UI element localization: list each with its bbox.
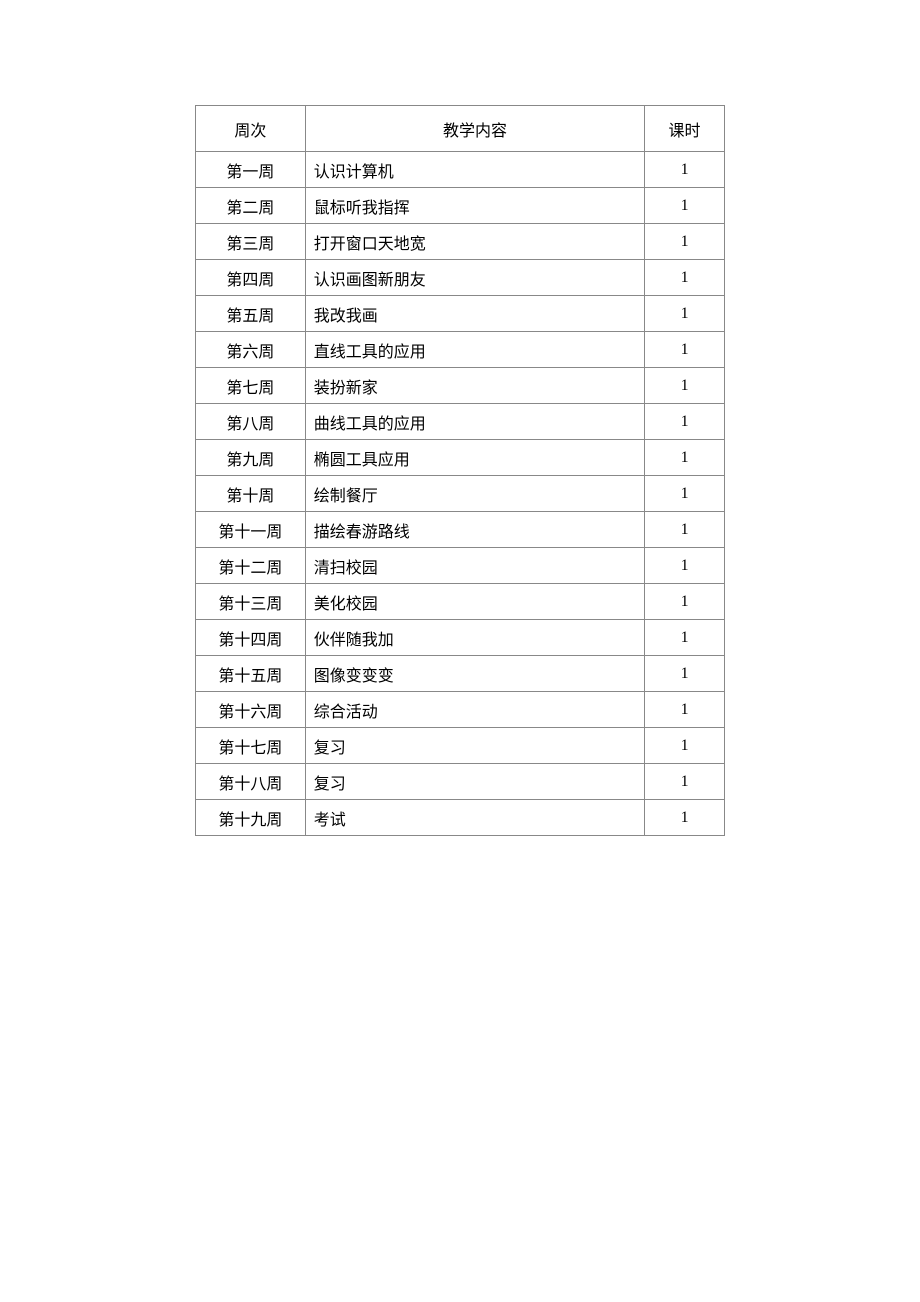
table-row: 第一周认识计算机1 bbox=[196, 152, 725, 188]
cell-content: 美化校园 bbox=[305, 584, 644, 620]
header-hours: 课时 bbox=[645, 106, 725, 152]
cell-hours: 1 bbox=[645, 728, 725, 764]
header-content: 教学内容 bbox=[305, 106, 644, 152]
table-row: 第十八周复习1 bbox=[196, 764, 725, 800]
cell-content: 图像变变变 bbox=[305, 656, 644, 692]
table-row: 第十九周考试1 bbox=[196, 800, 725, 836]
cell-week: 第六周 bbox=[196, 332, 306, 368]
cell-hours: 1 bbox=[645, 260, 725, 296]
cell-hours: 1 bbox=[645, 512, 725, 548]
table-row: 第二周鼠标听我指挥1 bbox=[196, 188, 725, 224]
table-row: 第九周椭圆工具应用1 bbox=[196, 440, 725, 476]
cell-hours: 1 bbox=[645, 404, 725, 440]
table-row: 第十周绘制餐厅1 bbox=[196, 476, 725, 512]
cell-content: 伙伴随我加 bbox=[305, 620, 644, 656]
table-row: 第十六周综合活动1 bbox=[196, 692, 725, 728]
schedule-table-container: 周次 教学内容 课时 第一周认识计算机1第二周鼠标听我指挥1第三周打开窗口天地宽… bbox=[195, 105, 725, 836]
cell-week: 第五周 bbox=[196, 296, 306, 332]
table-header-row: 周次 教学内容 课时 bbox=[196, 106, 725, 152]
cell-content: 认识计算机 bbox=[305, 152, 644, 188]
cell-content: 绘制餐厅 bbox=[305, 476, 644, 512]
cell-hours: 1 bbox=[645, 692, 725, 728]
cell-content: 直线工具的应用 bbox=[305, 332, 644, 368]
cell-hours: 1 bbox=[645, 656, 725, 692]
cell-content: 复习 bbox=[305, 764, 644, 800]
header-week: 周次 bbox=[196, 106, 306, 152]
cell-week: 第十四周 bbox=[196, 620, 306, 656]
cell-week: 第七周 bbox=[196, 368, 306, 404]
cell-week: 第十周 bbox=[196, 476, 306, 512]
table-row: 第七周装扮新家1 bbox=[196, 368, 725, 404]
table-row: 第十三周美化校园1 bbox=[196, 584, 725, 620]
cell-content: 综合活动 bbox=[305, 692, 644, 728]
table-row: 第六周直线工具的应用1 bbox=[196, 332, 725, 368]
cell-week: 第十五周 bbox=[196, 656, 306, 692]
cell-hours: 1 bbox=[645, 440, 725, 476]
table-row: 第五周我改我画1 bbox=[196, 296, 725, 332]
cell-week: 第十七周 bbox=[196, 728, 306, 764]
cell-week: 第十六周 bbox=[196, 692, 306, 728]
cell-content: 复习 bbox=[305, 728, 644, 764]
cell-content: 考试 bbox=[305, 800, 644, 836]
cell-hours: 1 bbox=[645, 368, 725, 404]
table-row: 第十七周复习1 bbox=[196, 728, 725, 764]
table-row: 第十四周伙伴随我加1 bbox=[196, 620, 725, 656]
schedule-table: 周次 教学内容 课时 第一周认识计算机1第二周鼠标听我指挥1第三周打开窗口天地宽… bbox=[195, 105, 725, 836]
table-row: 第十二周清扫校园1 bbox=[196, 548, 725, 584]
cell-week: 第九周 bbox=[196, 440, 306, 476]
table-body: 第一周认识计算机1第二周鼠标听我指挥1第三周打开窗口天地宽1第四周认识画图新朋友… bbox=[196, 152, 725, 836]
table-row: 第十一周描绘春游路线1 bbox=[196, 512, 725, 548]
cell-week: 第十九周 bbox=[196, 800, 306, 836]
cell-hours: 1 bbox=[645, 548, 725, 584]
cell-content: 认识画图新朋友 bbox=[305, 260, 644, 296]
cell-week: 第二周 bbox=[196, 188, 306, 224]
cell-week: 第十八周 bbox=[196, 764, 306, 800]
cell-week: 第八周 bbox=[196, 404, 306, 440]
cell-hours: 1 bbox=[645, 476, 725, 512]
table-row: 第十五周图像变变变1 bbox=[196, 656, 725, 692]
cell-hours: 1 bbox=[645, 296, 725, 332]
table-row: 第三周打开窗口天地宽1 bbox=[196, 224, 725, 260]
cell-week: 第一周 bbox=[196, 152, 306, 188]
cell-week: 第四周 bbox=[196, 260, 306, 296]
cell-content: 描绘春游路线 bbox=[305, 512, 644, 548]
cell-content: 我改我画 bbox=[305, 296, 644, 332]
cell-content: 曲线工具的应用 bbox=[305, 404, 644, 440]
cell-week: 第十二周 bbox=[196, 548, 306, 584]
cell-content: 清扫校园 bbox=[305, 548, 644, 584]
cell-week: 第三周 bbox=[196, 224, 306, 260]
cell-week: 第十三周 bbox=[196, 584, 306, 620]
cell-content: 打开窗口天地宽 bbox=[305, 224, 644, 260]
cell-hours: 1 bbox=[645, 764, 725, 800]
cell-hours: 1 bbox=[645, 224, 725, 260]
cell-hours: 1 bbox=[645, 152, 725, 188]
cell-content: 装扮新家 bbox=[305, 368, 644, 404]
cell-hours: 1 bbox=[645, 800, 725, 836]
cell-hours: 1 bbox=[645, 188, 725, 224]
cell-content: 椭圆工具应用 bbox=[305, 440, 644, 476]
cell-week: 第十一周 bbox=[196, 512, 306, 548]
cell-hours: 1 bbox=[645, 620, 725, 656]
table-row: 第四周认识画图新朋友1 bbox=[196, 260, 725, 296]
cell-content: 鼠标听我指挥 bbox=[305, 188, 644, 224]
cell-hours: 1 bbox=[645, 332, 725, 368]
table-row: 第八周曲线工具的应用1 bbox=[196, 404, 725, 440]
cell-hours: 1 bbox=[645, 584, 725, 620]
